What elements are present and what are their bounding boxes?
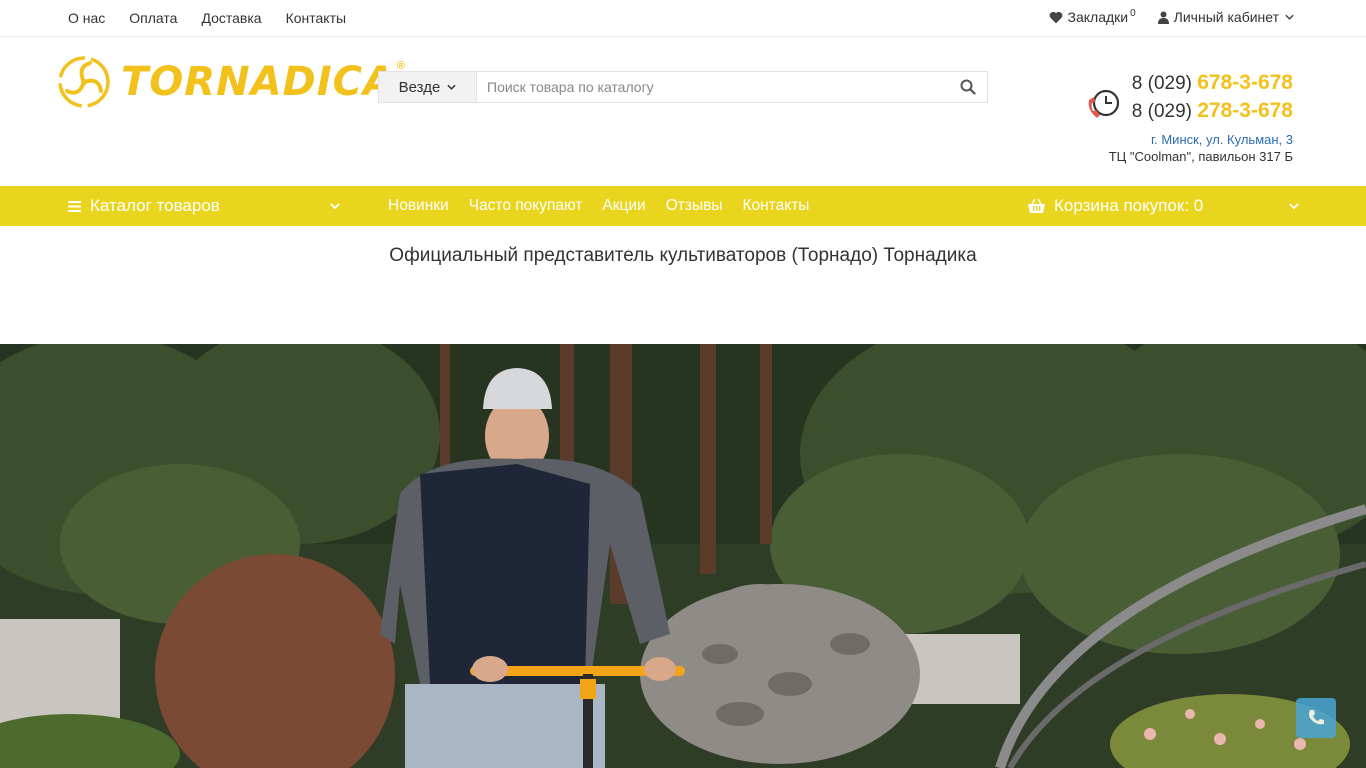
search-input[interactable] (477, 72, 949, 102)
account-label: Личный кабинет (1173, 9, 1279, 25)
top-bar: О нас Оплата Доставка Контакты Закладки … (0, 0, 1366, 37)
search-icon (960, 79, 976, 95)
top-link-payment[interactable]: Оплата (129, 10, 177, 26)
hero-banner-image[interactable] (0, 344, 1366, 768)
tornado-logo-icon (58, 56, 110, 108)
phone-icon (1309, 710, 1324, 725)
nav-link-new[interactable]: Новинки (388, 197, 449, 215)
user-icon (1157, 11, 1169, 24)
bookmarks-link[interactable]: Закладки 0 (1049, 7, 1136, 25)
phone-list: 8 (029) 678-3-678 8 (029) 278-3-678 (1132, 69, 1293, 125)
account-menu[interactable]: Личный кабинет (1157, 9, 1294, 25)
phone-2[interactable]: 8 (029) 278-3-678 (1132, 97, 1293, 125)
phone-1[interactable]: 8 (029) 678-3-678 (1132, 69, 1293, 97)
phone-1-number: 678-3-678 (1197, 71, 1293, 94)
top-link-about[interactable]: О нас (68, 10, 105, 26)
address-detail: ТЦ "Coolman", павильон 317 Б (1108, 149, 1293, 164)
chevron-down-icon (1285, 14, 1294, 20)
site-logo[interactable]: TORNADICA ® (57, 55, 405, 109)
top-link-contacts[interactable]: Контакты (286, 10, 346, 26)
nav-links: Новинки Часто покупают Акции Отзывы Конт… (388, 186, 829, 226)
nav-link-popular[interactable]: Часто покупают (469, 197, 583, 215)
callback-button[interactable] (1296, 698, 1336, 738)
top-link-delivery[interactable]: Доставка (201, 10, 261, 26)
search-button[interactable] (949, 72, 987, 102)
chevron-down-icon (447, 84, 456, 90)
search-bar: Везде (378, 71, 988, 103)
bookmarks-count: 0 (1130, 7, 1136, 19)
hero-photo (0, 344, 1366, 768)
catalog-menu-button[interactable]: Каталог товаров (68, 186, 340, 226)
cart-button[interactable]: Корзина покупок: 0 (1028, 186, 1299, 226)
logo-text: TORNADICA (121, 59, 395, 105)
catalog-label: Каталог товаров (90, 196, 220, 215)
bookmarks-label: Закладки (1067, 9, 1129, 25)
top-links: О нас Оплата Доставка Контакты (68, 10, 370, 26)
menu-icon (68, 200, 81, 212)
search-scope-label: Везде (398, 78, 441, 96)
phone-clock-icon (1088, 89, 1120, 118)
chevron-down-icon (330, 203, 340, 210)
heart-icon (1049, 11, 1062, 23)
nav-link-contacts[interactable]: Контакты (743, 197, 810, 215)
phone-2-prefix: 8 (029) (1131, 101, 1192, 122)
nav-link-sales[interactable]: Акции (602, 197, 645, 215)
address-link[interactable]: г. Минск, ул. Кульман, 3 (1151, 132, 1293, 147)
page-tagline: Официальный представитель культиваторов … (389, 245, 977, 266)
top-right: Закладки 0 Личный кабинет (1027, 7, 1294, 25)
chevron-down-icon (1289, 203, 1299, 210)
basket-icon (1028, 198, 1045, 213)
phone-1-prefix: 8 (029) (1131, 73, 1192, 94)
cart-label: Корзина покупок: 0 (1054, 196, 1204, 215)
phone-2-number: 278-3-678 (1197, 99, 1293, 122)
main-nav: Каталог товаров Новинки Часто покупают А… (0, 186, 1366, 226)
nav-link-reviews[interactable]: Отзывы (666, 197, 723, 215)
search-scope-select[interactable]: Везде (379, 72, 477, 102)
